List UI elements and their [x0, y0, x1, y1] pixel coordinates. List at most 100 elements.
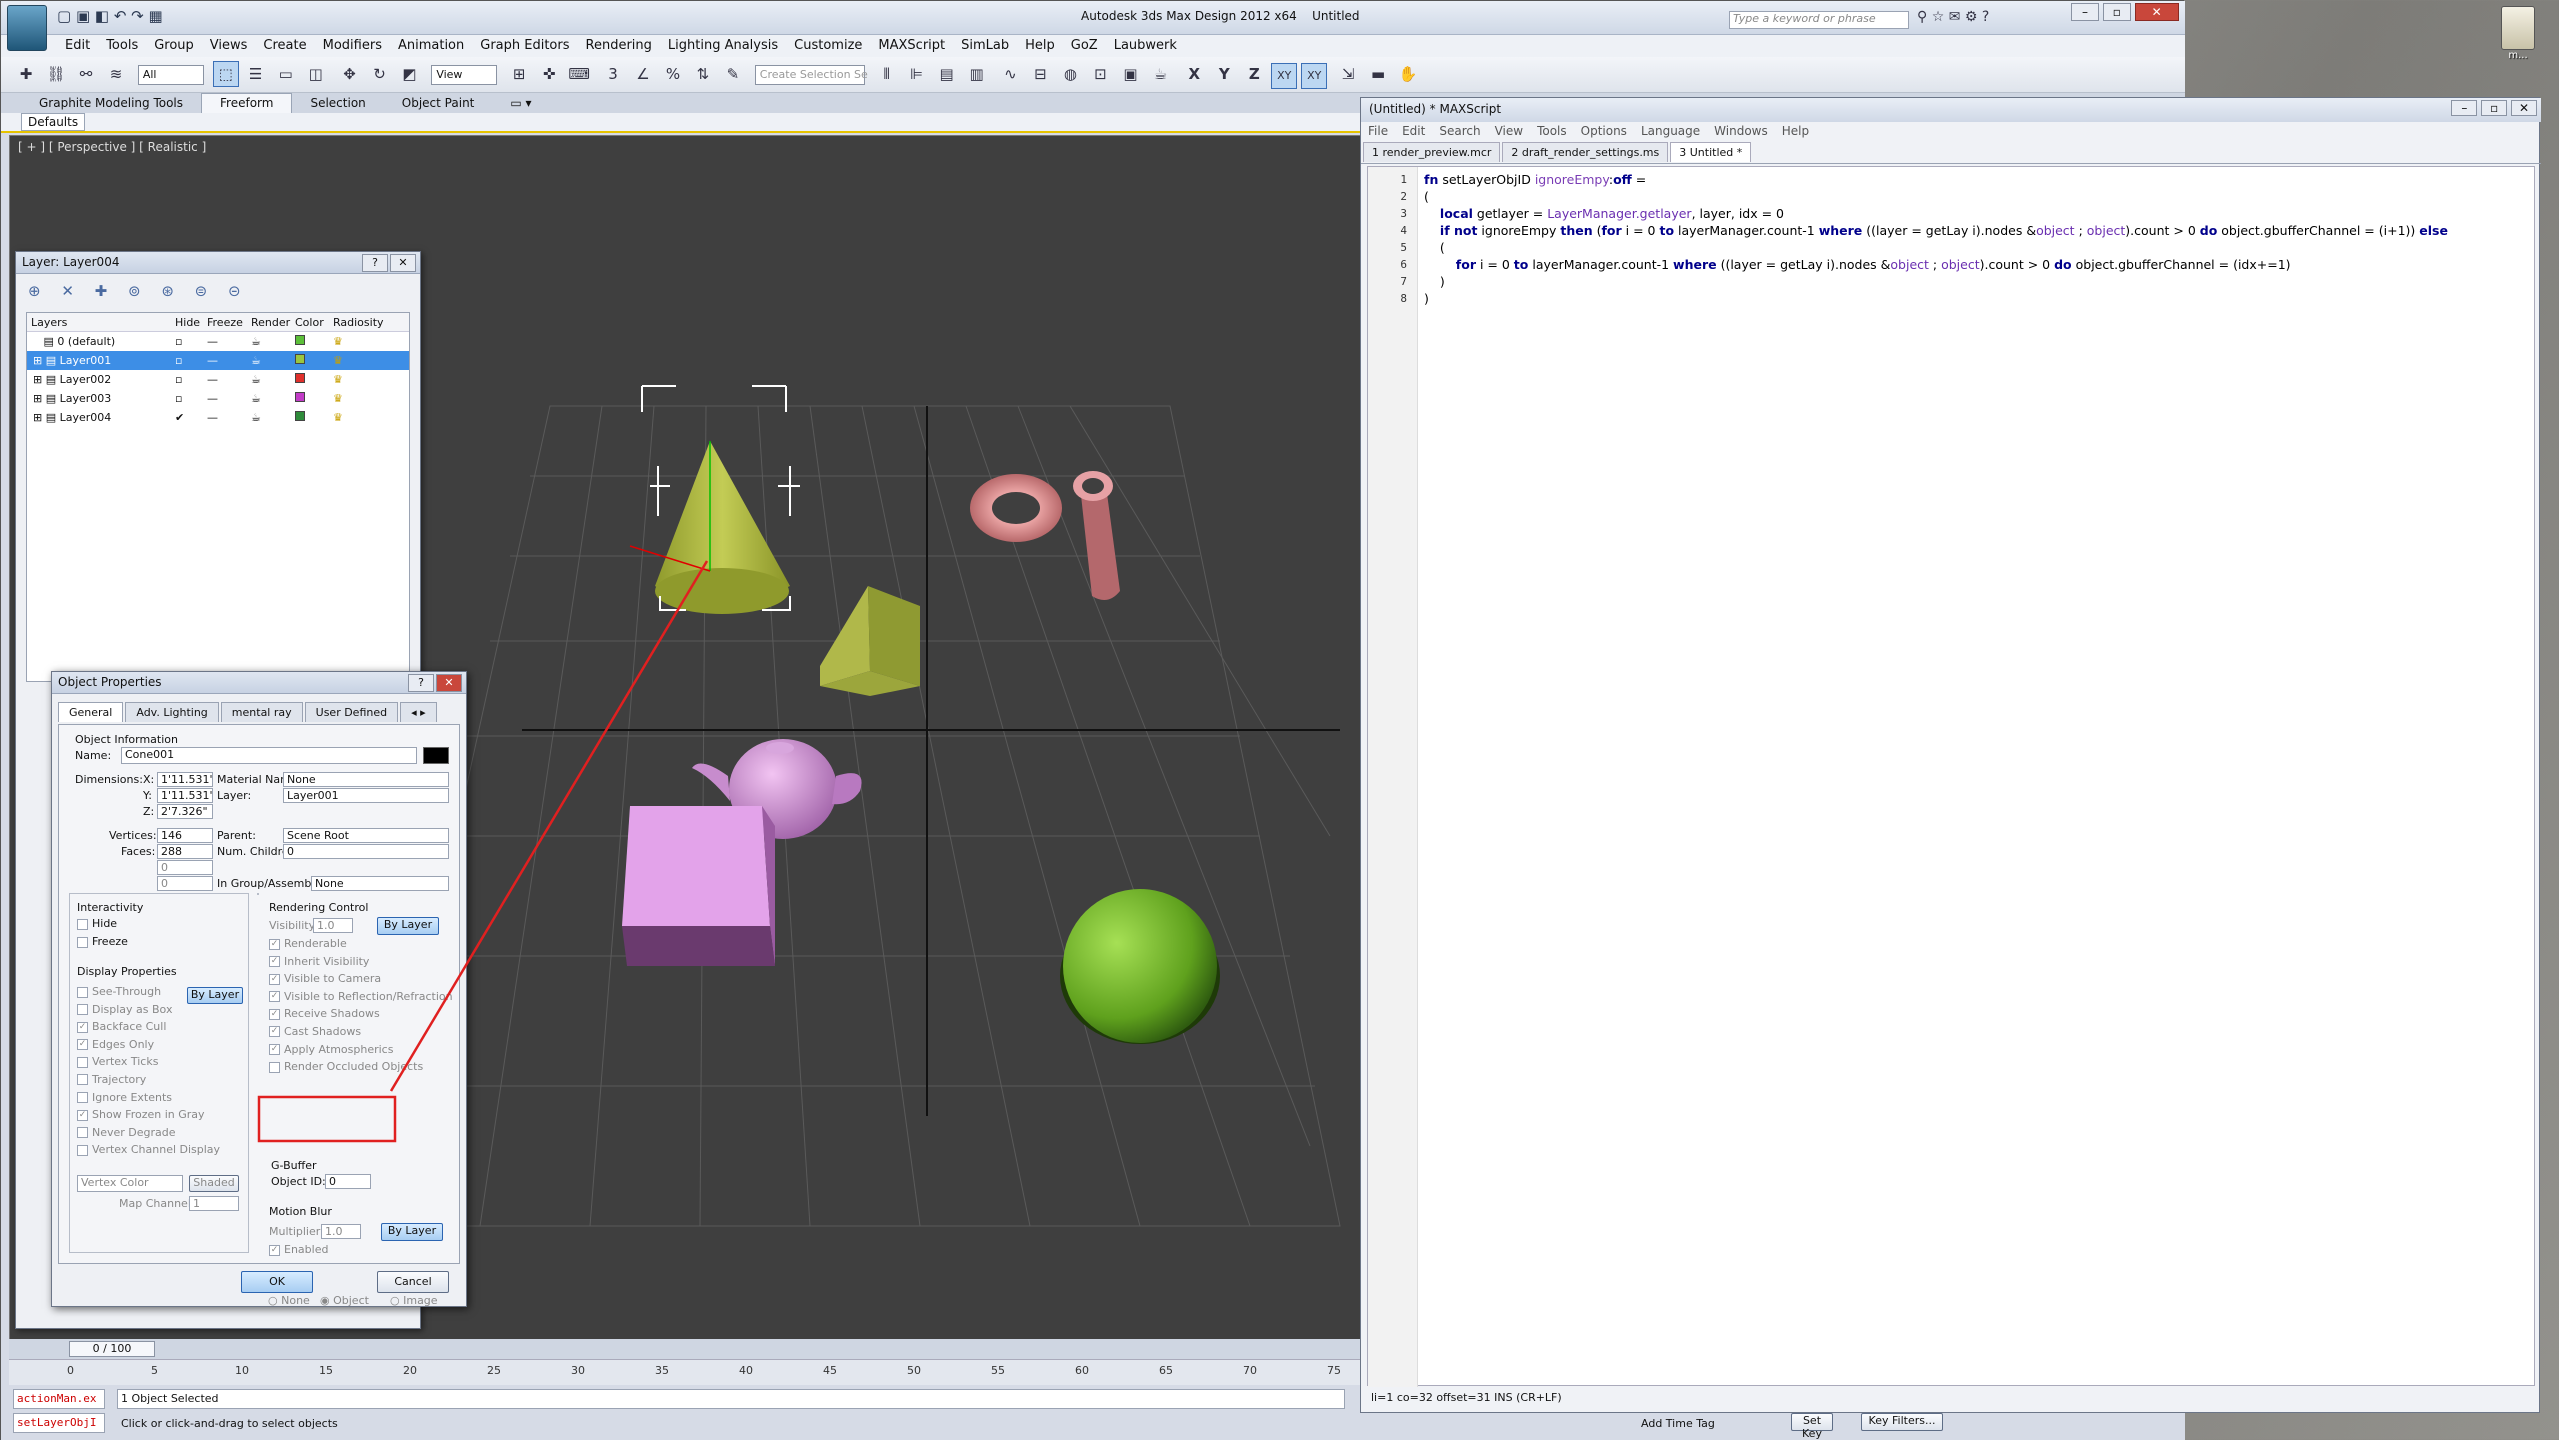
rendering-option-checkbox[interactable]: ✓ Cast Shadows	[269, 1025, 453, 1043]
menu-animation[interactable]: Animation	[390, 35, 472, 56]
tab-untitled[interactable]: 3 Untitled *	[1670, 142, 1752, 162]
tab-mental-ray[interactable]: mental ray	[220, 702, 303, 722]
enabled-checkbox[interactable]: ✓ Enabled	[269, 1243, 328, 1256]
menu-maxscript[interactable]: MAXScript	[870, 35, 953, 56]
search-input[interactable]: Type a keyword or phrase	[1729, 11, 1909, 29]
app-logo-icon[interactable]	[7, 5, 47, 51]
expand-icon[interactable]: ⊞	[33, 373, 42, 386]
set-key-button[interactable]: Set Key	[1791, 1413, 1833, 1440]
expand-icon[interactable]: ⊞	[33, 354, 42, 367]
render-icon[interactable]: ☕	[1147, 61, 1173, 87]
col-freeze[interactable]: Freeze	[207, 316, 251, 329]
edit-named-selection-icon[interactable]: ✎	[720, 61, 746, 87]
tab-selection[interactable]: Selection	[292, 94, 383, 114]
tab-scroll-icon[interactable]: ◂ ▸	[400, 702, 437, 722]
menu-windows[interactable]: Windows	[1707, 122, 1775, 140]
pivot-icon[interactable]: ⊞	[506, 61, 532, 87]
close-icon[interactable]: ✕	[390, 254, 416, 272]
menu-modifiers[interactable]: Modifiers	[315, 35, 390, 56]
menu-simlab[interactable]: SimLab	[953, 35, 1017, 56]
render-setup-icon[interactable]: ⊡	[1087, 61, 1113, 87]
time-slider-thumb[interactable]: 0 / 100	[69, 1341, 155, 1357]
track-bar[interactable]: 0 5 10 15 20 25 30 35 40 45 50 55 60 65 70 75	[9, 1359, 1365, 1385]
ribbon-options-icon[interactable]: ▭ ▾	[492, 94, 549, 114]
material-editor-icon[interactable]: ◍	[1057, 61, 1083, 87]
desktop-icon[interactable]: m...	[2488, 6, 2548, 70]
mirror-icon[interactable]: ⫴	[874, 61, 900, 87]
visibility-field[interactable]: 1.0	[313, 918, 353, 933]
key-filters-button[interactable]: Key Filters...	[1861, 1413, 1943, 1431]
ribbon-defaults-tab[interactable]: Defaults	[21, 113, 86, 131]
vertex-color-dropdown[interactable]: Vertex Color	[77, 1175, 183, 1192]
render-toggle[interactable]: ☕	[251, 373, 295, 386]
layer-manager-icon[interactable]: ▤	[934, 61, 960, 87]
menu-customize[interactable]: Customize	[786, 35, 870, 56]
menu-rendering[interactable]: Rendering	[578, 35, 660, 56]
radiosity-icon[interactable]: ♛	[333, 335, 393, 348]
display-option-checkbox[interactable]: Trajectory	[77, 1073, 220, 1091]
schematic-view-icon[interactable]: ⊟	[1027, 61, 1053, 87]
torus-object[interactable]	[970, 474, 1062, 542]
graphite-toggle-icon[interactable]: ▥	[964, 61, 990, 87]
object-name-field[interactable]: Cone001	[121, 747, 417, 764]
layer-toolbar[interactable]: ⊕ ✕ ✚ ⊚ ⊛ ⊜ ⊝	[28, 282, 249, 300]
select-object-icon[interactable]: ⬚	[212, 61, 239, 87]
tab-general[interactable]: General	[58, 702, 124, 722]
tab-adv-lighting[interactable]: Adv. Lighting	[125, 702, 219, 722]
infocenter-icons[interactable]: ⚲ ☆ ✉ ⚙ ?	[1917, 9, 1989, 25]
menu-language[interactable]: Language	[1634, 122, 1707, 140]
hide-toggle[interactable]: ▫	[175, 373, 207, 386]
menu-search[interactable]: Search	[1432, 122, 1487, 140]
sphere-object[interactable]	[1060, 889, 1220, 1044]
script-code[interactable]: fn setLayerObjID ignoreEmpy:off = ( loca…	[1424, 171, 2534, 307]
rendering-option-checkbox[interactable]: ✓ Renderable	[269, 937, 453, 955]
blur-object-radio[interactable]: ◉ Object	[320, 1294, 369, 1307]
rendering-option-checkbox[interactable]: ✓ Receive Shadows	[269, 1007, 453, 1025]
menu-help[interactable]: Help	[1017, 35, 1063, 56]
rotate-icon[interactable]: ↻	[366, 61, 392, 87]
pyramid-object[interactable]	[820, 586, 920, 696]
listener-line-2[interactable]: setLayerObjI	[13, 1413, 105, 1433]
menu-help[interactable]: Help	[1775, 122, 1816, 140]
display-option-checkbox[interactable]: Never Degrade	[77, 1126, 220, 1144]
tab-object-paint[interactable]: Object Paint	[384, 94, 493, 114]
display-option-checkbox[interactable]: Vertex Ticks	[77, 1055, 220, 1073]
radiosity-icon[interactable]: ♛	[333, 354, 393, 367]
col-radiosity[interactable]: Radiosity	[333, 316, 393, 329]
menu-file[interactable]: File	[1361, 122, 1395, 140]
render-toggle[interactable]: ☕	[251, 411, 295, 424]
tab-user-defined[interactable]: User Defined	[304, 702, 399, 722]
rendering-option-checkbox[interactable]: ✓ Inherit Visibility	[269, 955, 453, 973]
freeze-toggle[interactable]: —	[207, 392, 251, 405]
layer-name[interactable]: ▤ 0 (default)	[27, 335, 175, 348]
color-swatch[interactable]	[295, 411, 333, 424]
layer-row[interactable]: ⊞ ▤ Layer004 ✔ — ☕ ♛	[27, 408, 409, 427]
blur-image-radio[interactable]: ○ Image	[390, 1294, 438, 1307]
display-option-checkbox[interactable]: Ignore Extents	[77, 1091, 220, 1109]
align-icon[interactable]: ⊫	[904, 61, 930, 87]
menu-options[interactable]: Options	[1574, 122, 1634, 140]
manipulate-icon[interactable]: ✜	[536, 61, 562, 87]
color-swatch[interactable]	[295, 354, 333, 367]
minimize-icon[interactable]: –	[2071, 3, 2099, 21]
select-link-icon[interactable]: ✚	[13, 61, 39, 87]
rendering-option-checkbox[interactable]: ✓ Apply Atmospherics	[269, 1043, 453, 1061]
layer-name[interactable]: ⊞ ▤ Layer003	[27, 392, 175, 405]
tube-object[interactable]	[1073, 471, 1120, 600]
menu-edit[interactable]: Edit	[57, 35, 98, 56]
axis-x-button[interactable]: X	[1181, 61, 1207, 87]
shaded-button[interactable]: Shaded	[189, 1175, 239, 1192]
expand-icon[interactable]: ⊞	[33, 411, 42, 424]
rendering-by-layer-button[interactable]: By Layer	[377, 917, 439, 935]
cancel-button[interactable]: Cancel	[377, 1271, 449, 1293]
col-hide[interactable]: Hide	[175, 316, 207, 329]
object-id-field[interactable]: 0	[325, 1174, 371, 1189]
named-selection-dropdown[interactable]: Create Selection Se	[754, 65, 868, 85]
tab-draft-render-settings[interactable]: 2 draft_render_settings.ms	[1502, 142, 1669, 162]
freeze-checkbox[interactable]: Freeze	[77, 935, 128, 948]
screen-icon[interactable]: ▬	[1365, 61, 1391, 87]
rendering-option-checkbox[interactable]: ✓ Visible to Reflection/Refraction	[269, 990, 453, 1008]
menu-laubwerk[interactable]: Laubwerk	[1106, 35, 1185, 56]
freeze-toggle[interactable]: —	[207, 373, 251, 386]
maximize-icon[interactable]: ▫	[2481, 100, 2508, 116]
